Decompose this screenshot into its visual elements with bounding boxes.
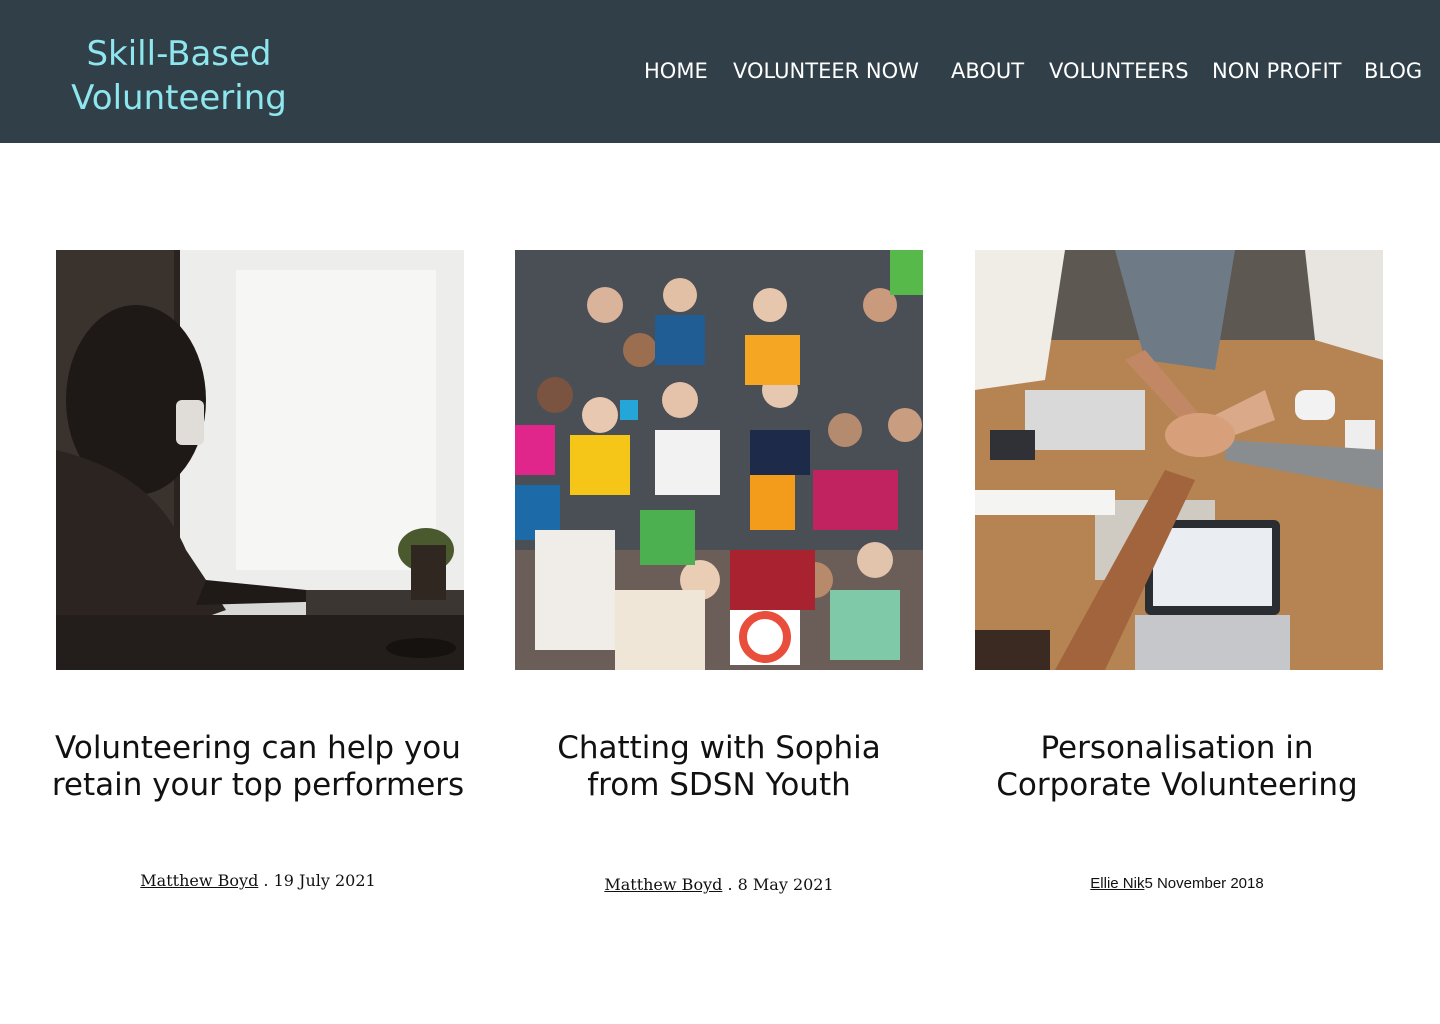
post-2-title-line-1: Chatting with Sophia (557, 730, 881, 766)
logo-line-2: Volunteering (71, 78, 287, 118)
nav-volunteer-now[interactable]: VOLUNTEER NOW (733, 57, 919, 85)
nav-non-profit[interactable]: NON PROFIT (1212, 57, 1342, 85)
post-1-author-link[interactable]: Matthew Boyd (140, 871, 258, 890)
nav-home[interactable]: HOME (644, 57, 708, 85)
post-3-image[interactable] (975, 250, 1383, 670)
post-2-title-line-2: from SDSN Youth (587, 767, 851, 803)
post-1-image[interactable] (56, 250, 464, 670)
post-1-date: 19 July 2021 (273, 871, 376, 890)
post-3-meta: Ellie Nik5 November 2018 (957, 875, 1397, 892)
team-hands-photo (975, 250, 1383, 670)
logo-line-1: Skill-Based (86, 34, 272, 74)
post-2-date: 8 May 2021 (737, 875, 834, 894)
site-header: Skill-Based Volunteering HOME VOLUNTEER … (0, 0, 1440, 143)
woman-laptop-photo (56, 250, 464, 670)
post-1-title-line-2: retain your top performers (51, 767, 465, 803)
post-3-title-line-2: Corporate Volunteering (996, 767, 1358, 803)
post-2-separator: . (722, 875, 738, 894)
post-3-date: 5 November 2018 (1144, 875, 1264, 892)
post-3-title[interactable]: Personalisation in Corporate Volunteerin… (957, 730, 1397, 804)
post-2-title[interactable]: Chatting with Sophia from SDSN Youth (499, 730, 939, 804)
group-sdg-photo (515, 250, 923, 670)
post-1-title[interactable]: Volunteering can help you retain your to… (38, 730, 478, 804)
post-3-title-line-1: Personalisation in (1040, 730, 1314, 766)
site-logo[interactable]: Skill-Based Volunteering (66, 32, 292, 120)
post-1-title-line-1: Volunteering can help you (55, 730, 461, 766)
nav-blog[interactable]: BLOG (1364, 57, 1422, 85)
post-3-author-link[interactable]: Ellie Nik (1090, 875, 1144, 892)
post-1-separator: . (258, 871, 274, 890)
post-1-meta: Matthew Boyd . 19 July 2021 (38, 871, 478, 890)
post-2-meta: Matthew Boyd . 8 May 2021 (499, 875, 939, 894)
nav-volunteers[interactable]: VOLUNTEERS (1049, 57, 1189, 85)
post-2-image[interactable] (515, 250, 923, 670)
post-2-author-link[interactable]: Matthew Boyd (604, 875, 722, 894)
nav-about[interactable]: ABOUT (951, 57, 1024, 85)
